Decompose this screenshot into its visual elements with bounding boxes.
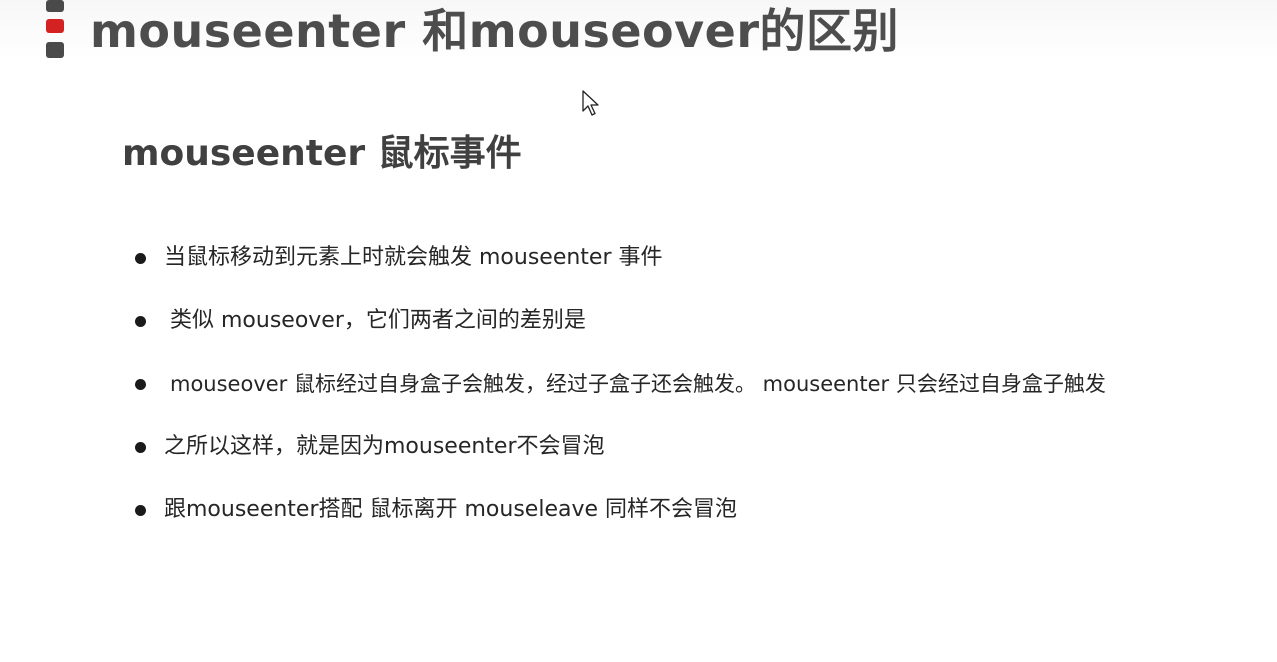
bullet-dot-icon	[135, 253, 146, 264]
bullet-dot-icon	[135, 442, 146, 453]
bullet-text: mouseover 鼠标经过自身盒子会触发，经过子盒子还会触发。 mouseen…	[170, 372, 1106, 396]
bullet-dot-icon	[135, 379, 146, 390]
title-accent-bar	[46, 0, 66, 60]
page-title: mouseenter 和mouseover的区别	[90, 4, 900, 58]
bullet-text: 当鼠标移动到元素上时就会触发 mouseenter 事件	[164, 245, 663, 270]
bullet-text: 之所以这样，就是因为mouseenter不会冒泡	[164, 434, 605, 459]
bullet-dot-icon	[135, 505, 146, 516]
bullet-text: 跟mouseenter搭配 鼠标离开 mouseleave 同样不会冒泡	[164, 497, 738, 522]
accent-bar-bottom-segment	[46, 42, 64, 58]
slide: mouseenter 和mouseover的区别 mouseenter 鼠标事件…	[0, 0, 1277, 662]
accent-bar-top-segment	[46, 0, 64, 12]
mouse-pointer-icon	[582, 90, 599, 116]
bullet-text: 类似 mouseover，它们两者之间的差别是	[170, 308, 586, 333]
accent-bar-red-segment	[46, 19, 64, 33]
slide-subtitle: mouseenter 鼠标事件	[122, 133, 522, 174]
bullet-dot-icon	[135, 316, 146, 327]
